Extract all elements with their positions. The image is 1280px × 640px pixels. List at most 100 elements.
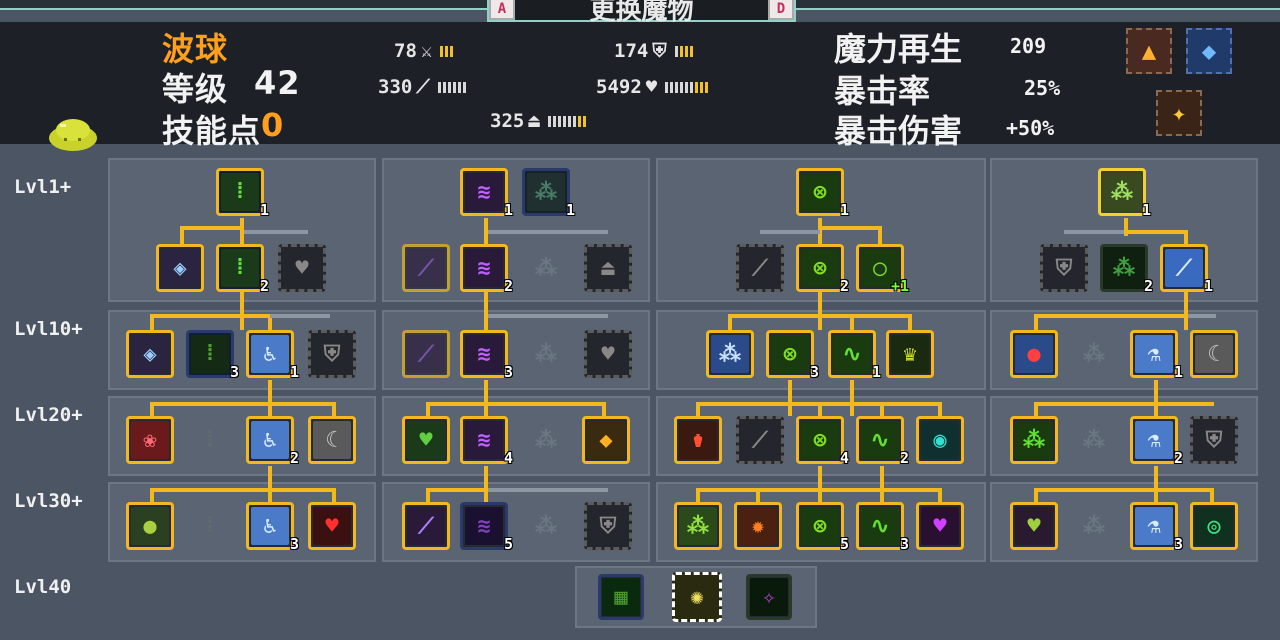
skill-tree-window: A 更换魔物 D 波球 等级 42 技能点 0 78 ⚔ 174 ⛨ 330 ⟋… — [0, 0, 1280, 640]
row-label-lvl40: Lvl40 — [14, 576, 72, 598]
skill-points-value: 0 — [261, 106, 285, 144]
tree-d-spores-skill-2[interactable]: ⁂ 2 — [1100, 244, 1153, 295]
tree-c-target-skill-3[interactable]: ⊗ 3 — [766, 330, 819, 381]
next-tab-key[interactable]: D — [768, 0, 794, 20]
defense-stat: 174 ⛨ — [614, 40, 693, 62]
level-label: 等级 — [162, 70, 229, 108]
tree-b-locked-boot[interactable]: ⏏ — [584, 244, 632, 292]
tree-a-water-skill-3[interactable]: ♿ 3 — [246, 502, 299, 553]
tree-b-slash-skill-4[interactable]: ≋ 4 — [460, 416, 513, 467]
tree-b-wand-skill-2[interactable]: ⟋ — [402, 330, 450, 378]
prev-tab-key[interactable]: A — [489, 0, 515, 20]
tree-c-potion-skill[interactable]: ⚱ — [674, 416, 722, 464]
skill-points-label: 技能点 — [162, 112, 262, 150]
move-speed-value: 325 — [490, 110, 525, 132]
tree-a-ghost-skill-2: ⁞ — [203, 513, 217, 538]
tree-c-target-skill-2[interactable]: ⊗ 2 — [796, 244, 849, 295]
tree-a-locked-shield[interactable]: ♥ — [278, 244, 326, 292]
tree-a-rain-skill-3[interactable]: ⁞ 3 — [186, 330, 239, 381]
hp-stat: 5492 ♥ — [596, 76, 709, 98]
tree-b-bubbles-skill[interactable]: ⁂ 1 — [522, 168, 575, 219]
tree-b-ghost-skill-3: ⁂ — [535, 427, 557, 453]
tree-b-ghost-skill-2: ⁂ — [535, 341, 557, 367]
tree-d-bomb-skill[interactable]: ● — [1010, 330, 1058, 378]
tree-a-slime-skill[interactable]: ● — [126, 502, 174, 550]
shield-icon: ⛨ — [652, 40, 667, 62]
tree-c-orbs-skill[interactable]: ⁂ — [706, 330, 754, 378]
tree-c-target-skill[interactable]: ⊗ 1 — [796, 168, 849, 219]
sun-buff-icon[interactable]: ✦ — [1156, 90, 1202, 136]
tree-a-hearts-skill[interactable]: ♥ — [308, 502, 356, 550]
move-speed-stat: 325 ⏏ — [490, 110, 586, 132]
tree-c-locked-wand-2[interactable]: ⟋ — [736, 416, 784, 464]
crit-rate-value: 25% — [1024, 76, 1061, 100]
tree-d-leaf-heart-skill[interactable]: ♥ — [1010, 502, 1058, 550]
tree-b-slash-skill-3[interactable]: ≋ 3 — [460, 330, 513, 381]
row-label-lvl10: Lvl10+ — [14, 318, 83, 340]
tree-b-fire-skill[interactable]: ◆ — [582, 416, 630, 464]
tree-d-spores-skill[interactable]: ⁂ 1 — [1098, 168, 1151, 219]
tree-a-flower-skill[interactable]: ❀ — [126, 416, 174, 464]
tree-d-flask-skill-3[interactable]: ⚗ 3 — [1130, 502, 1183, 553]
mana-regen-value: 209 — [1010, 34, 1047, 58]
attack-stat: 78 ⚔ — [394, 40, 454, 62]
tree-b-wand-skill[interactable]: ⟋ — [402, 244, 450, 292]
row-label-lvl1: Lvl1+ — [14, 176, 72, 198]
tree-c-target-skill-5[interactable]: ⊗ 5 — [796, 502, 849, 553]
tree-d-flask-skill[interactable]: ⚗ 1 — [1130, 330, 1183, 381]
row-label-lvl30: Lvl30+ — [14, 490, 83, 512]
hp-value: 5492 — [596, 76, 642, 98]
tree-d-ring-skill[interactable]: ◎ — [1190, 502, 1238, 550]
tree-a-fish-skill-2[interactable]: ◈ — [126, 330, 174, 378]
attack-speed-value: 330 — [378, 76, 413, 98]
tree-a-rain-skill-2[interactable]: ⁞ 2 — [216, 244, 269, 295]
lvl40-star-ultimate[interactable]: ✧ — [746, 574, 792, 620]
tree-c-flame-skill[interactable]: ✹ — [734, 502, 782, 550]
water-shield-buff-icon[interactable]: ◆ — [1186, 28, 1232, 74]
attack-buff-icon[interactable]: ▲ — [1126, 28, 1172, 74]
tree-d-moon-skill[interactable]: ☾ — [1190, 330, 1238, 378]
tree-d-locked-shield[interactable]: ⛨ — [1040, 244, 1088, 292]
tree-a-ghost-skill: ⁞ — [203, 427, 217, 452]
tree-b-locked-heart[interactable]: ♥ — [584, 330, 632, 378]
tree-b-slash-skill-2[interactable]: ≋ 2 — [460, 244, 513, 295]
tree-a-moon-skill[interactable]: ☾ — [308, 416, 356, 464]
lvl40-sun-ultimate[interactable]: ✺ — [672, 572, 722, 622]
tree-b-ghost-skill: ⁂ — [535, 255, 557, 281]
tree-b-slash-skill[interactable]: ≋ 1 — [460, 168, 513, 219]
defense-value: 174 — [614, 40, 649, 62]
tree-c-zap-skill-2[interactable]: ∿ 2 — [856, 416, 909, 467]
tree-b-heal-skill[interactable]: ♥ — [402, 416, 450, 464]
tree-a-rain-skill[interactable]: ⁞ 1 — [216, 168, 269, 219]
tree-d-wand-skill[interactable]: ⟋ 1 — [1160, 244, 1213, 295]
tree-b-locked-shield[interactable]: ⛨ — [584, 502, 632, 550]
tree-c-ring-skill[interactable]: ◯ +1 — [856, 244, 909, 295]
tree-d-locked-shield-2[interactable]: ⛨ — [1190, 416, 1238, 464]
boot-icon: ⏏ — [528, 110, 540, 132]
tree-c-locked-wand[interactable]: ⟋ — [736, 244, 784, 292]
tree-c-target-skill-4[interactable]: ⊗ 4 — [796, 416, 849, 467]
lvl40-grid-ultimate[interactable]: ▦ — [598, 574, 644, 620]
title-bar: A 更换魔物 D — [487, 0, 796, 26]
tree-b-slash-skill-5[interactable]: ≋ 5 — [460, 502, 513, 553]
tree-a-locked-shield-2[interactable]: ⛨ — [308, 330, 356, 378]
tree-d-ghost-skill-3: ⁂ — [1083, 513, 1105, 539]
tree-c-zap-skill[interactable]: ∿ 1 — [828, 330, 881, 381]
tree-c-purple-heart-skill[interactable]: ♥ — [916, 502, 964, 550]
sword-icon: ⚔ — [420, 40, 433, 62]
tree-d-pollen-skill[interactable]: ⁂ — [1010, 416, 1058, 464]
tree-c-zap-skill-3[interactable]: ∿ 3 — [856, 502, 909, 553]
attack-value: 78 — [394, 40, 417, 62]
tree-c-vortex-skill[interactable]: ◉ — [916, 416, 964, 464]
tree-a-fish-skill[interactable]: ◈ — [156, 244, 204, 292]
tree-b-sword-skill[interactable]: ⟋ — [402, 502, 450, 550]
tree-c-crown-skill[interactable]: ♛ — [886, 330, 934, 378]
tree-d-flask-skill-2[interactable]: ⚗ 2 — [1130, 416, 1183, 467]
slime-pet-icon — [49, 119, 97, 151]
tree-c-cells-skill[interactable]: ⁂ — [674, 502, 722, 550]
tree-a-water-skill[interactable]: ♿ 1 — [246, 330, 299, 381]
level-value: 42 — [254, 64, 301, 102]
tree-a-water-skill-2[interactable]: ♿ 2 — [246, 416, 299, 467]
heart-icon: ♥ — [645, 76, 658, 98]
row-label-lvl20: Lvl20+ — [14, 404, 83, 426]
